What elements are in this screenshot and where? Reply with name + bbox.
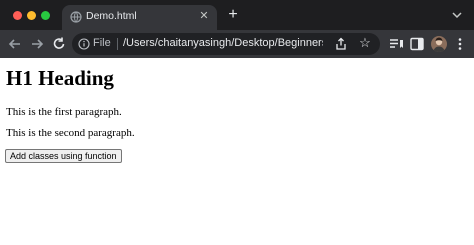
page-heading: H1 Heading	[6, 66, 114, 90]
tab-demo[interactable]: Demo.html ✕	[62, 5, 217, 30]
globe-icon	[70, 11, 82, 23]
chevron-down-icon[interactable]	[450, 8, 464, 22]
add-classes-button[interactable]: Add classes using function	[5, 149, 122, 163]
info-icon[interactable]	[78, 38, 90, 50]
reload-icon[interactable]	[50, 35, 68, 53]
arrow-right-icon[interactable]	[28, 35, 46, 53]
scheme-label: File	[93, 37, 111, 49]
paragraph-first: This is the first paragraph.	[6, 106, 122, 118]
close-window-button[interactable]	[13, 11, 22, 20]
toolbar: File /Users/chaitanyasingh/Desktop/Begin…	[0, 30, 474, 58]
maximize-window-button[interactable]	[41, 11, 50, 20]
arrow-left-icon[interactable]	[6, 35, 24, 53]
star-icon[interactable]: ☆	[358, 36, 372, 50]
profile-icon	[433, 37, 445, 52]
address-bar[interactable]: File /Users/chaitanyasingh/Desktop/Begin…	[72, 33, 380, 55]
paragraph-second: This is the second paragraph.	[6, 127, 135, 139]
browser-chrome: Demo.html ✕ + File /Users/chaitanyasingh…	[0, 0, 474, 58]
tab-strip: Demo.html ✕ +	[0, 0, 474, 30]
tab-title: Demo.html	[86, 10, 137, 22]
plus-icon[interactable]: +	[225, 7, 241, 23]
share-icon[interactable]	[334, 37, 348, 51]
close-icon[interactable]: ✕	[197, 9, 211, 23]
minimize-window-button[interactable]	[27, 11, 36, 20]
url-text[interactable]: /Users/chaitanyasingh/Desktop/BeginnersB…	[123, 37, 323, 49]
kebab-icon[interactable]	[452, 36, 468, 52]
side-panel-icon[interactable]	[409, 36, 425, 52]
address-separator	[117, 38, 118, 50]
page-content: H1 Heading This is the first paragraph. …	[0, 58, 474, 245]
avatar[interactable]	[431, 36, 447, 52]
reading-list-icon[interactable]	[388, 36, 404, 52]
